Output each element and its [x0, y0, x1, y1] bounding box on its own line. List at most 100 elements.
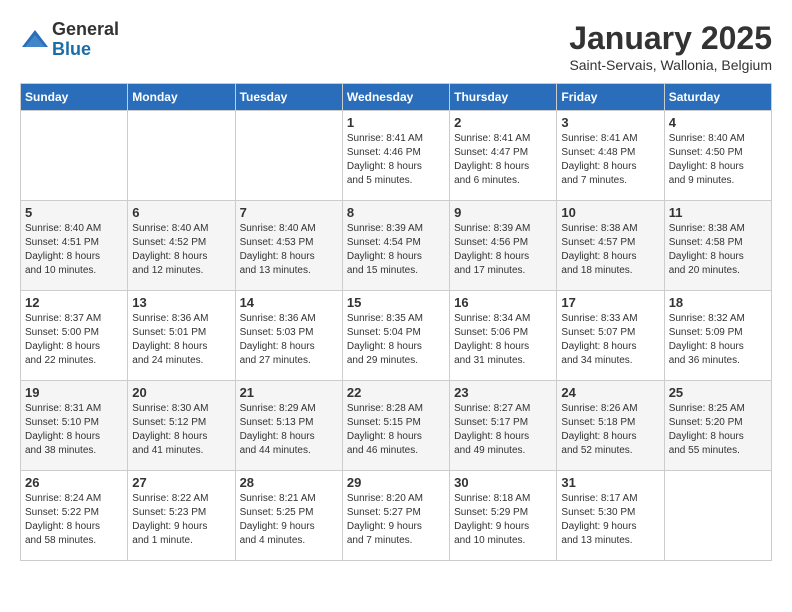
- header-thursday: Thursday: [450, 84, 557, 111]
- calendar-cell: 18 Sunrise: 8:32 AM Sunset: 5:09 PM Dayli…: [664, 291, 771, 381]
- day-number: 25: [669, 385, 767, 400]
- day-info: Sunrise: 8:38 AM Sunset: 4:57 PM Dayligh…: [561, 222, 659, 278]
- calendar-cell: 26 Sunrise: 8:24 AM Sunset: 5:22 PM Dayli…: [21, 471, 128, 561]
- calendar-cell: 22 Sunrise: 8:28 AM Sunset: 5:15 PM Dayli…: [342, 381, 449, 471]
- day-number: 2: [454, 115, 552, 130]
- day-number: 31: [561, 475, 659, 490]
- day-number: 1: [347, 115, 445, 130]
- calendar-cell: 9 Sunrise: 8:39 AM Sunset: 4:56 PM Daylig…: [450, 201, 557, 291]
- calendar-cell: [664, 471, 771, 561]
- day-number: 14: [240, 295, 338, 310]
- day-info: Sunrise: 8:40 AM Sunset: 4:51 PM Dayligh…: [25, 222, 123, 278]
- day-info: Sunrise: 8:40 AM Sunset: 4:52 PM Dayligh…: [132, 222, 230, 278]
- day-info: Sunrise: 8:17 AM Sunset: 5:30 PM Dayligh…: [561, 492, 659, 548]
- calendar-cell: 2 Sunrise: 8:41 AM Sunset: 4:47 PM Daylig…: [450, 111, 557, 201]
- day-info: Sunrise: 8:36 AM Sunset: 5:01 PM Dayligh…: [132, 312, 230, 368]
- day-info: Sunrise: 8:30 AM Sunset: 5:12 PM Dayligh…: [132, 402, 230, 458]
- day-info: Sunrise: 8:28 AM Sunset: 5:15 PM Dayligh…: [347, 402, 445, 458]
- page-header: General Blue January 2025 Saint-Servais,…: [20, 20, 772, 73]
- calendar-cell: 24 Sunrise: 8:26 AM Sunset: 5:18 PM Dayli…: [557, 381, 664, 471]
- calendar-cell: 25 Sunrise: 8:25 AM Sunset: 5:20 PM Dayli…: [664, 381, 771, 471]
- day-info: Sunrise: 8:32 AM Sunset: 5:09 PM Dayligh…: [669, 312, 767, 368]
- calendar-cell: 15 Sunrise: 8:35 AM Sunset: 5:04 PM Dayli…: [342, 291, 449, 381]
- day-number: 20: [132, 385, 230, 400]
- calendar-title: January 2025: [569, 20, 772, 57]
- week-row-1: 1 Sunrise: 8:41 AM Sunset: 4:46 PM Daylig…: [21, 111, 772, 201]
- day-info: Sunrise: 8:39 AM Sunset: 4:54 PM Dayligh…: [347, 222, 445, 278]
- day-number: 11: [669, 205, 767, 220]
- header-saturday: Saturday: [664, 84, 771, 111]
- logo-text: General Blue: [52, 20, 119, 60]
- week-row-2: 5 Sunrise: 8:40 AM Sunset: 4:51 PM Daylig…: [21, 201, 772, 291]
- calendar-cell: 14 Sunrise: 8:36 AM Sunset: 5:03 PM Dayli…: [235, 291, 342, 381]
- calendar-cell: 13 Sunrise: 8:36 AM Sunset: 5:01 PM Dayli…: [128, 291, 235, 381]
- day-info: Sunrise: 8:41 AM Sunset: 4:46 PM Dayligh…: [347, 132, 445, 188]
- logo-general-text: General: [52, 20, 119, 40]
- calendar-cell: [235, 111, 342, 201]
- day-info: Sunrise: 8:38 AM Sunset: 4:58 PM Dayligh…: [669, 222, 767, 278]
- calendar-cell: 19 Sunrise: 8:31 AM Sunset: 5:10 PM Dayli…: [21, 381, 128, 471]
- day-number: 7: [240, 205, 338, 220]
- day-number: 26: [25, 475, 123, 490]
- day-info: Sunrise: 8:34 AM Sunset: 5:06 PM Dayligh…: [454, 312, 552, 368]
- day-number: 13: [132, 295, 230, 310]
- day-number: 18: [669, 295, 767, 310]
- calendar-cell: 28Sunrise: 8:21 AM Sunset: 5:25 PM Dayli…: [235, 471, 342, 561]
- day-number: 22: [347, 385, 445, 400]
- title-section: January 2025 Saint-Servais, Wallonia, Be…: [569, 20, 772, 73]
- day-info: Sunrise: 8:40 AM Sunset: 4:53 PM Dayligh…: [240, 222, 338, 278]
- logo: General Blue: [20, 20, 119, 60]
- day-info: Sunrise: 8:20 AM Sunset: 5:27 PM Dayligh…: [347, 492, 445, 548]
- day-number: 5: [25, 205, 123, 220]
- calendar-cell: 6 Sunrise: 8:40 AM Sunset: 4:52 PM Daylig…: [128, 201, 235, 291]
- calendar-cell: 4Sunrise: 8:40 AM Sunset: 4:50 PM Daylig…: [664, 111, 771, 201]
- day-number: 12: [25, 295, 123, 310]
- day-info: Sunrise: 8:27 AM Sunset: 5:17 PM Dayligh…: [454, 402, 552, 458]
- day-info: Sunrise: 8:31 AM Sunset: 5:10 PM Dayligh…: [25, 402, 123, 458]
- day-info: Sunrise: 8:22 AM Sunset: 5:23 PM Dayligh…: [132, 492, 230, 548]
- calendar-cell: 7 Sunrise: 8:40 AM Sunset: 4:53 PM Daylig…: [235, 201, 342, 291]
- header-friday: Friday: [557, 84, 664, 111]
- calendar-header-row: SundayMondayTuesdayWednesdayThursdayFrid…: [21, 84, 772, 111]
- day-number: 28: [240, 475, 338, 490]
- day-number: 23: [454, 385, 552, 400]
- calendar-cell: 21Sunrise: 8:29 AM Sunset: 5:13 PM Dayli…: [235, 381, 342, 471]
- day-number: 29: [347, 475, 445, 490]
- day-info: Sunrise: 8:35 AM Sunset: 5:04 PM Dayligh…: [347, 312, 445, 368]
- calendar-cell: 29 Sunrise: 8:20 AM Sunset: 5:27 PM Dayli…: [342, 471, 449, 561]
- day-info: Sunrise: 8:36 AM Sunset: 5:03 PM Dayligh…: [240, 312, 338, 368]
- day-number: 10: [561, 205, 659, 220]
- calendar-cell: 20 Sunrise: 8:30 AM Sunset: 5:12 PM Dayli…: [128, 381, 235, 471]
- day-number: 24: [561, 385, 659, 400]
- week-row-5: 26 Sunrise: 8:24 AM Sunset: 5:22 PM Dayli…: [21, 471, 772, 561]
- day-info: Sunrise: 8:37 AM Sunset: 5:00 PM Dayligh…: [25, 312, 123, 368]
- logo-icon: [20, 25, 50, 55]
- calendar-cell: 17Sunrise: 8:33 AM Sunset: 5:07 PM Dayli…: [557, 291, 664, 381]
- day-info: Sunrise: 8:24 AM Sunset: 5:22 PM Dayligh…: [25, 492, 123, 548]
- calendar-cell: 23 Sunrise: 8:27 AM Sunset: 5:17 PM Dayli…: [450, 381, 557, 471]
- header-monday: Monday: [128, 84, 235, 111]
- day-number: 9: [454, 205, 552, 220]
- week-row-4: 19 Sunrise: 8:31 AM Sunset: 5:10 PM Dayli…: [21, 381, 772, 471]
- calendar-cell: 16Sunrise: 8:34 AM Sunset: 5:06 PM Dayli…: [450, 291, 557, 381]
- day-info: Sunrise: 8:41 AM Sunset: 4:48 PM Dayligh…: [561, 132, 659, 188]
- day-number: 8: [347, 205, 445, 220]
- day-number: 15: [347, 295, 445, 310]
- logo-blue-text: Blue: [52, 40, 119, 60]
- day-info: Sunrise: 8:39 AM Sunset: 4:56 PM Dayligh…: [454, 222, 552, 278]
- calendar-table: SundayMondayTuesdayWednesdayThursdayFrid…: [20, 83, 772, 561]
- day-info: Sunrise: 8:18 AM Sunset: 5:29 PM Dayligh…: [454, 492, 552, 548]
- day-info: Sunrise: 8:25 AM Sunset: 5:20 PM Dayligh…: [669, 402, 767, 458]
- day-number: 30: [454, 475, 552, 490]
- calendar-cell: [128, 111, 235, 201]
- day-info: Sunrise: 8:29 AM Sunset: 5:13 PM Dayligh…: [240, 402, 338, 458]
- day-number: 6: [132, 205, 230, 220]
- calendar-cell: 8 Sunrise: 8:39 AM Sunset: 4:54 PM Daylig…: [342, 201, 449, 291]
- day-number: 27: [132, 475, 230, 490]
- day-number: 19: [25, 385, 123, 400]
- day-info: Sunrise: 8:41 AM Sunset: 4:47 PM Dayligh…: [454, 132, 552, 188]
- calendar-cell: 11 Sunrise: 8:38 AM Sunset: 4:58 PM Dayli…: [664, 201, 771, 291]
- calendar-cell: [21, 111, 128, 201]
- day-number: 17: [561, 295, 659, 310]
- day-info: Sunrise: 8:26 AM Sunset: 5:18 PM Dayligh…: [561, 402, 659, 458]
